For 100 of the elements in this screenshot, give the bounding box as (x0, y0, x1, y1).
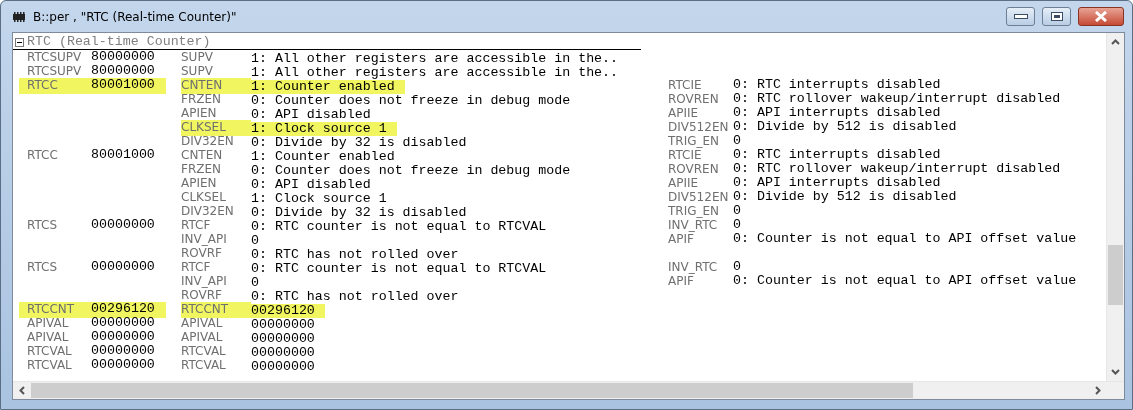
field-value: 0: Counter is not equal to API offset value (733, 232, 1078, 248)
field-value: 00296120 (251, 304, 325, 318)
field-name: SUPV (181, 50, 214, 66)
field-name: DIV32EN (181, 134, 235, 150)
register-value: 00000000 (91, 358, 156, 374)
field-name: ROVREN (668, 162, 720, 178)
register-name: RTCS (26, 260, 59, 276)
register-name: RTCS (26, 218, 59, 234)
field-value: 00000000 (251, 318, 316, 332)
field-value: 0 (733, 204, 742, 219)
field-name: INV_RTC (668, 218, 719, 234)
field-name: ROVRF (181, 288, 224, 304)
minimize-button[interactable] (1006, 7, 1035, 26)
field-value: 1: All other registers are accessible in the.. (251, 52, 620, 66)
field-name: RTCF (181, 260, 212, 276)
field-name: APIIE (668, 106, 700, 122)
chip-icon (11, 10, 27, 23)
field-value: 0: API disabled (251, 178, 372, 192)
field-name: RTCVAL (181, 358, 227, 374)
field-value: 0: RTC rollover wakeup/interrupt disabled (733, 162, 1062, 177)
field-name: DIV512EN (668, 190, 730, 206)
register-name: RTCVAL (26, 344, 73, 360)
register-name: RTCC (19, 78, 91, 94)
maximize-button[interactable] (1042, 7, 1071, 26)
field-value: 00000000 (251, 360, 316, 374)
field-name: INV_RTC (668, 260, 719, 276)
register-name: RTCCNT (19, 302, 91, 318)
field-value: 0: API disabled (251, 108, 372, 122)
field-name: CLKSEL (181, 190, 227, 206)
register-name: APIVAL (26, 316, 70, 332)
field-value: 1: Counter enabled (251, 80, 405, 94)
register-value: 00000000 (91, 316, 156, 331)
register-name: RTCVAL (26, 358, 73, 374)
field-name: ROVRF (181, 246, 224, 262)
field-value: 0: RTC interrupts disabled (733, 148, 942, 163)
field-value: 1: Clock source 1 (251, 192, 388, 206)
field-name: CNTEN (181, 148, 224, 164)
field-name: TRIG_EN (668, 204, 721, 220)
field-value: 0: RTC interrupts disabled (733, 78, 942, 93)
field-value: 0: Divide by 512 is disabled (733, 190, 958, 205)
field-name: FRZEN (181, 162, 223, 178)
field-name: INV_API (181, 232, 228, 248)
field-value: 0: RTC has not rolled over (251, 290, 460, 304)
field-value: 1: Clock source 1 (251, 122, 397, 136)
register-name: RTCSUPV (26, 50, 83, 66)
horizontal-scrollbar[interactable] (13, 381, 1124, 399)
field-value: 1: All other registers are accessible in the.. (251, 66, 620, 80)
register-value: 00000000 (91, 260, 156, 276)
register-value: 00000000 (91, 218, 156, 234)
field-name: RTCCNT (181, 302, 251, 318)
field-name: TRIG_EN (668, 134, 721, 150)
field-value: 0: RTC has not rolled over (251, 248, 460, 262)
field-name: FRZEN (181, 92, 223, 108)
field-value: 0 (733, 134, 742, 149)
field-value: 0: RTC rollover wakeup/interrupt disabled (733, 92, 1062, 107)
field-name: CLKSEL (181, 120, 251, 136)
field-value: 1: Counter enabled (251, 150, 396, 164)
scroll-thumb[interactable] (31, 383, 913, 398)
register-value: 00296120 (91, 302, 166, 318)
close-icon (1094, 11, 1108, 22)
field-value: 0: Divide by 32 is disabled (251, 206, 468, 220)
window-title: B::per , "RTC (Real-time Counter)" (33, 9, 238, 24)
field-name: APIVAL (181, 316, 224, 332)
field-value: 0: API interrupts disabled (733, 176, 942, 191)
field-name: SUPV (181, 64, 214, 80)
field-value: 0: RTC counter is not equal to RTCVAL (251, 220, 548, 234)
field-name: INV_API (181, 274, 228, 290)
field-value: 0: API interrupts disabled (733, 106, 942, 121)
field-name: APIEN (181, 176, 218, 192)
field-name: RTCF (181, 218, 212, 234)
scroll-thumb[interactable] (1108, 245, 1123, 305)
field-name: RTCVAL (181, 344, 227, 360)
register-value: 00000000 (91, 344, 156, 359)
field-name: RTCIE (668, 148, 703, 164)
field-value: 00000000 (251, 346, 316, 360)
field-value: 00000000 (251, 332, 316, 346)
field-name: APIEN (181, 106, 218, 122)
register-value: 80000000 (91, 64, 156, 79)
collapse-icon[interactable] (15, 37, 24, 47)
field-value: 0: Counter does not freeze in debug mode (251, 164, 572, 178)
field-name: APIF (668, 274, 695, 290)
field-value: 0: Divide by 512 is disabled (733, 120, 958, 135)
field-value: 0 (251, 276, 260, 290)
field-name: APIF (668, 232, 695, 248)
field-value: 0 (733, 260, 742, 275)
vertical-scrollbar[interactable] (1106, 33, 1124, 381)
field-name: APIIE (668, 176, 700, 192)
close-button[interactable] (1078, 7, 1124, 26)
field-value: 0: Divide by 32 is disabled (251, 136, 468, 150)
field-name: DIV512EN (668, 120, 730, 136)
register-value: 80001000 (91, 78, 166, 94)
register-value: 00000000 (91, 330, 156, 345)
field-value: 0: RTC counter is not equal to RTCVAL (251, 262, 548, 276)
field-value: 0 (733, 218, 742, 233)
minimize-icon (1013, 14, 1028, 19)
field-name: APIVAL (181, 330, 224, 346)
register-name: RTCC (26, 148, 59, 164)
field-value: 0 (251, 234, 260, 248)
field-name: RTCIE (668, 78, 703, 94)
field-value: 0: Counter is not equal to API offset value (733, 274, 1078, 290)
